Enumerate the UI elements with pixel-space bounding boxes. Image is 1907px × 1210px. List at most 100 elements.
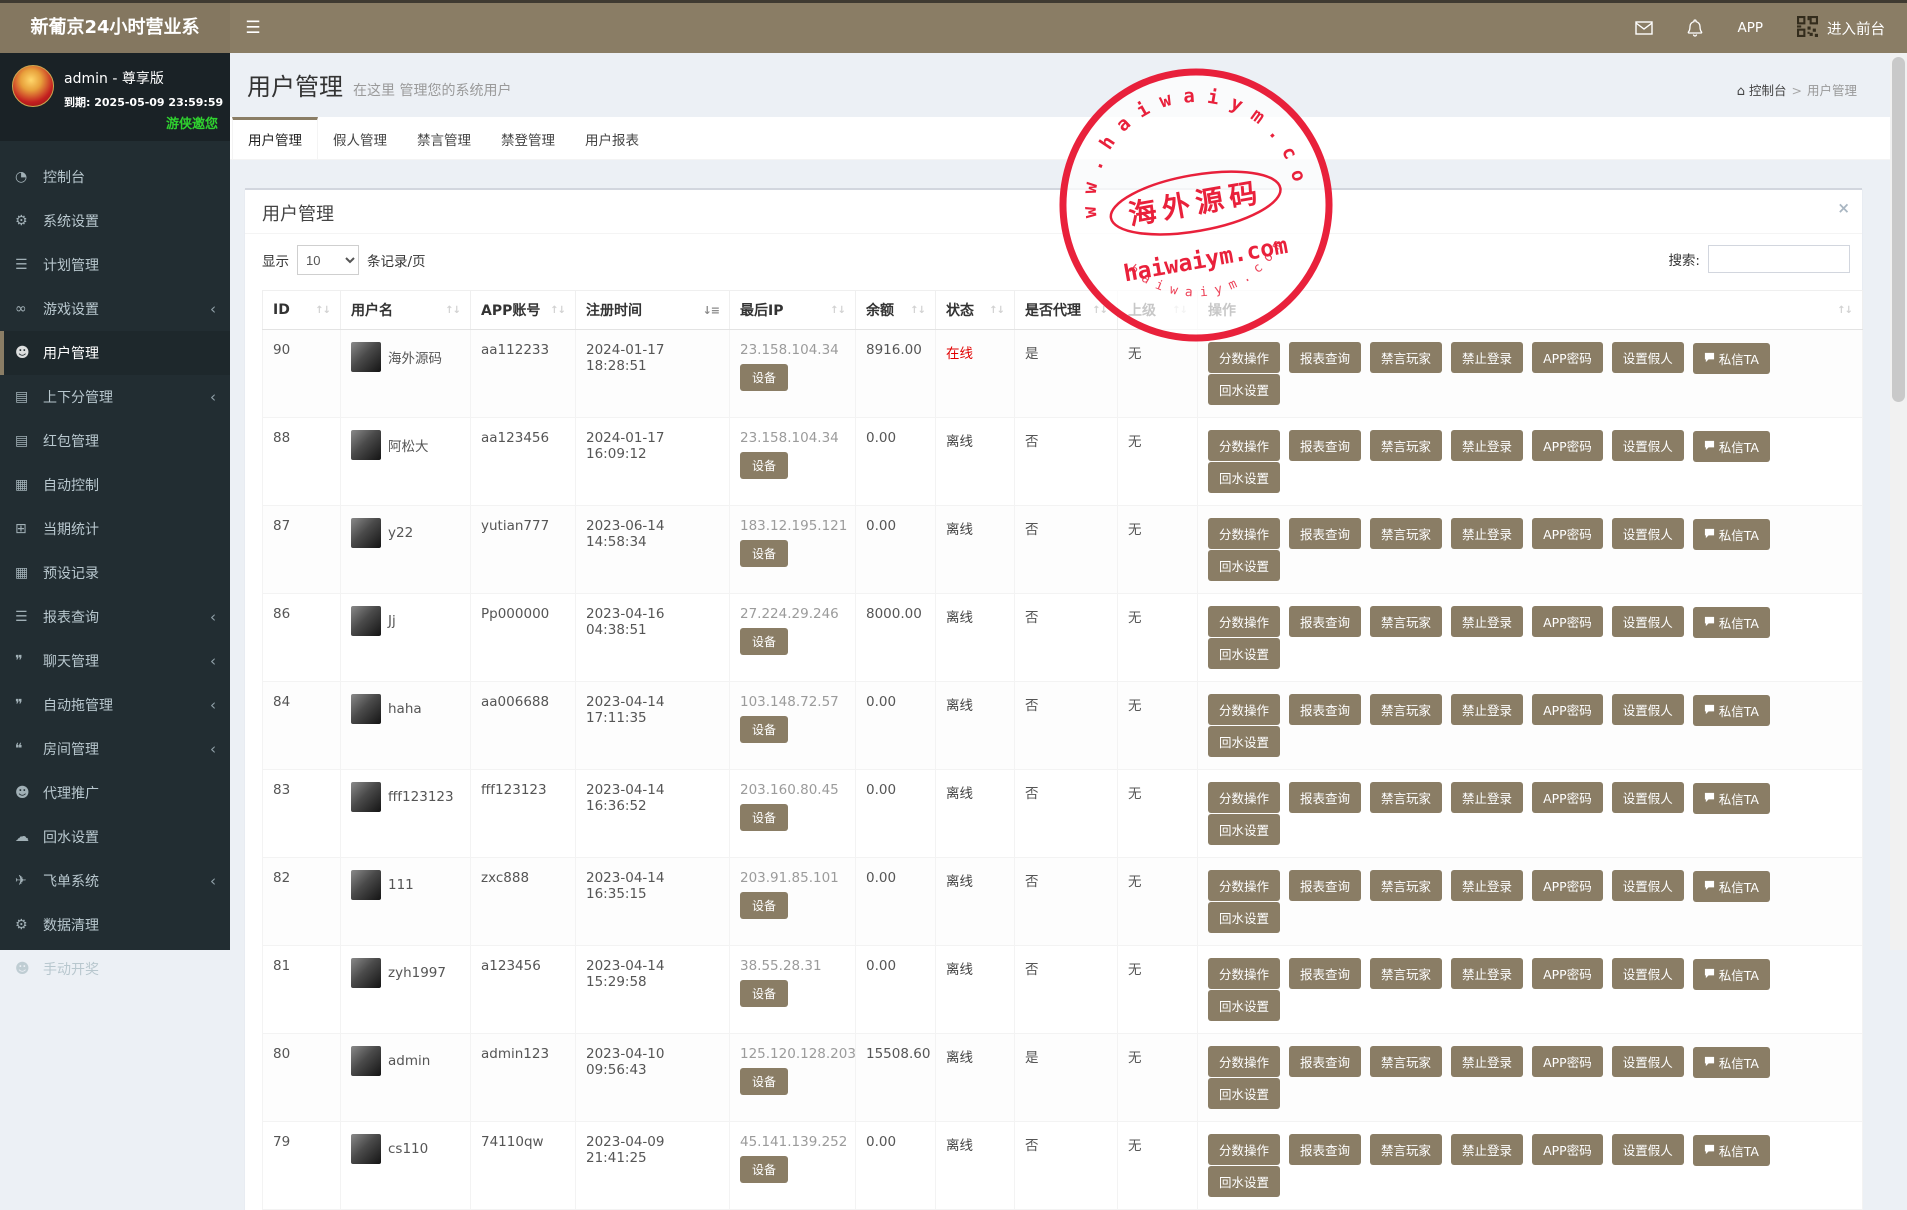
private-message-button[interactable]: 私信TA [1692,519,1770,550]
device-button[interactable]: 设备 [740,980,789,1007]
set-dummy-button[interactable]: 设置假人 [1611,430,1684,461]
private-message-button[interactable]: 私信TA [1692,871,1770,902]
set-dummy-button[interactable]: 设置假人 [1611,606,1684,637]
rebate-setting-button[interactable]: 回水设置 [1208,990,1281,1021]
ban-login-button[interactable]: 禁止登录 [1451,606,1524,637]
rebate-setting-button[interactable]: 回水设置 [1208,1078,1281,1109]
sidebar-item-agent-promotion[interactable]: ☻ 代理推广 [0,771,230,815]
sidebar-item-chat-management[interactable]: ❞ 聊天管理 ‹ [0,639,230,683]
ban-login-button[interactable]: 禁止登录 [1451,1046,1524,1077]
score-action-button[interactable]: 分数操作 [1208,694,1281,725]
mute-player-button[interactable]: 禁言玩家 [1370,958,1443,989]
rebate-setting-button[interactable]: 回水设置 [1208,726,1281,757]
app-password-button[interactable]: APP密码 [1532,518,1603,549]
private-message-button[interactable]: 私信TA [1692,431,1770,462]
private-message-button[interactable]: 私信TA [1692,1135,1770,1166]
sidebar-item-report-query[interactable]: ☰ 报表查询 ‹ [0,595,230,639]
set-dummy-button[interactable]: 设置假人 [1611,870,1684,901]
score-action-button[interactable]: 分数操作 [1208,870,1281,901]
mute-player-button[interactable]: 禁言玩家 [1370,430,1443,461]
mute-player-button[interactable]: 禁言玩家 [1370,1134,1443,1165]
page-size-select[interactable]: 10 [297,245,359,275]
set-dummy-button[interactable]: 设置假人 [1611,1046,1684,1077]
private-message-button[interactable]: 私信TA [1692,607,1770,638]
search-input[interactable] [1708,245,1850,273]
tab-dummy-management[interactable]: 假人管理 [318,117,402,159]
tab-mute-management[interactable]: 禁言管理 [402,117,486,159]
private-message-button[interactable]: 私信TA [1692,343,1770,374]
tab-user-management[interactable]: 用户管理 [232,117,318,159]
column-header-id[interactable]: ID ↑↓ [262,290,341,330]
private-message-button[interactable]: 私信TA [1692,1047,1770,1078]
sidebar-item-rebate-settings[interactable]: ☁ 回水设置 [0,815,230,859]
score-action-button[interactable]: 分数操作 [1208,1046,1281,1077]
device-button[interactable]: 设备 [740,1068,789,1095]
set-dummy-button[interactable]: 设置假人 [1611,694,1684,725]
report-query-button[interactable]: 报表查询 [1289,606,1362,637]
sidebar-item-autobot-management[interactable]: ❞ 自动拖管理 ‹ [0,683,230,727]
app-password-button[interactable]: APP密码 [1532,870,1603,901]
device-button[interactable]: 设备 [740,804,789,831]
column-header-username[interactable]: 用户名 ↑↓ [340,290,471,330]
set-dummy-button[interactable]: 设置假人 [1611,342,1684,373]
column-header-parent[interactable]: 上级 ↑↓ [1117,290,1198,330]
score-action-button[interactable]: 分数操作 [1208,606,1281,637]
device-button[interactable]: 设备 [740,716,789,743]
app-password-button[interactable]: APP密码 [1532,342,1603,373]
sidebar-item-user-management[interactable]: ☻ 用户管理 [0,331,230,375]
report-query-button[interactable]: 报表查询 [1289,342,1362,373]
score-action-button[interactable]: 分数操作 [1208,958,1281,989]
ban-login-button[interactable]: 禁止登录 [1451,958,1524,989]
report-query-button[interactable]: 报表查询 [1289,694,1362,725]
set-dummy-button[interactable]: 设置假人 [1611,958,1684,989]
sidebar-item-room-management[interactable]: ❝ 房间管理 ‹ [0,727,230,771]
report-query-button[interactable]: 报表查询 [1289,1134,1362,1165]
private-message-button[interactable]: 私信TA [1692,695,1770,726]
close-icon[interactable]: × [1837,199,1850,217]
rebate-setting-button[interactable]: 回水设置 [1208,638,1281,669]
page-scrollbar[interactable] [1890,53,1907,950]
tab-banlogin-management[interactable]: 禁登管理 [486,117,570,159]
app-password-button[interactable]: APP密码 [1532,1134,1603,1165]
sidebar-item-console[interactable]: ◔ 控制台 [0,155,230,199]
device-button[interactable]: 设备 [740,540,789,567]
rebate-setting-button[interactable]: 回水设置 [1208,374,1281,405]
device-button[interactable]: 设备 [740,1156,789,1183]
app-link[interactable]: APP [1737,20,1763,36]
set-dummy-button[interactable]: 设置假人 [1611,1134,1684,1165]
sidebar-item-data-cleanup[interactable]: ⚙ 数据清理 [0,903,230,947]
app-password-button[interactable]: APP密码 [1532,430,1603,461]
column-header-balance[interactable]: 余额 ↑↓ [855,290,936,330]
report-query-button[interactable]: 报表查询 [1289,1046,1362,1077]
column-header-is-agent[interactable]: 是否代理 ↑↓ [1014,290,1118,330]
ban-login-button[interactable]: 禁止登录 [1451,342,1524,373]
ban-login-button[interactable]: 禁止登录 [1451,694,1524,725]
rebate-setting-button[interactable]: 回水设置 [1208,902,1281,933]
score-action-button[interactable]: 分数操作 [1208,430,1281,461]
sidebar-toggle-button[interactable]: ☰ [230,3,276,53]
column-header-actions[interactable]: 操作 ↑↓ [1197,290,1863,330]
sidebar-item-game-settings[interactable]: ∞ 游戏设置 ‹ [0,287,230,331]
rebate-setting-button[interactable]: 回水设置 [1208,462,1281,493]
mute-player-button[interactable]: 禁言玩家 [1370,782,1443,813]
sidebar-item-manual-draw[interactable]: ☻ 手动开奖 [0,947,230,991]
messages-icon[interactable] [1635,21,1654,35]
mute-player-button[interactable]: 禁言玩家 [1370,342,1443,373]
score-action-button[interactable]: 分数操作 [1208,782,1281,813]
report-query-button[interactable]: 报表查询 [1289,782,1362,813]
sidebar-item-updown-score[interactable]: ▤ 上下分管理 ‹ [0,375,230,419]
rebate-setting-button[interactable]: 回水设置 [1208,814,1281,845]
app-password-button[interactable]: APP密码 [1532,782,1603,813]
report-query-button[interactable]: 报表查询 [1289,958,1362,989]
private-message-button[interactable]: 私信TA [1692,959,1770,990]
ban-login-button[interactable]: 禁止登录 [1451,1134,1524,1165]
device-button[interactable]: 设备 [740,452,789,479]
report-query-button[interactable]: 报表查询 [1289,518,1362,549]
sidebar-item-flyorder-system[interactable]: ✈ 飞单系统 ‹ [0,859,230,903]
ban-login-button[interactable]: 禁止登录 [1451,518,1524,549]
sidebar-item-preset-records[interactable]: ▦ 预设记录 [0,551,230,595]
mute-player-button[interactable]: 禁言玩家 [1370,518,1443,549]
column-header-app-account[interactable]: APP账号 ↑↓ [470,290,576,330]
sidebar-item-current-stats[interactable]: ⊞ 当期统计 [0,507,230,551]
mute-player-button[interactable]: 禁言玩家 [1370,1046,1443,1077]
